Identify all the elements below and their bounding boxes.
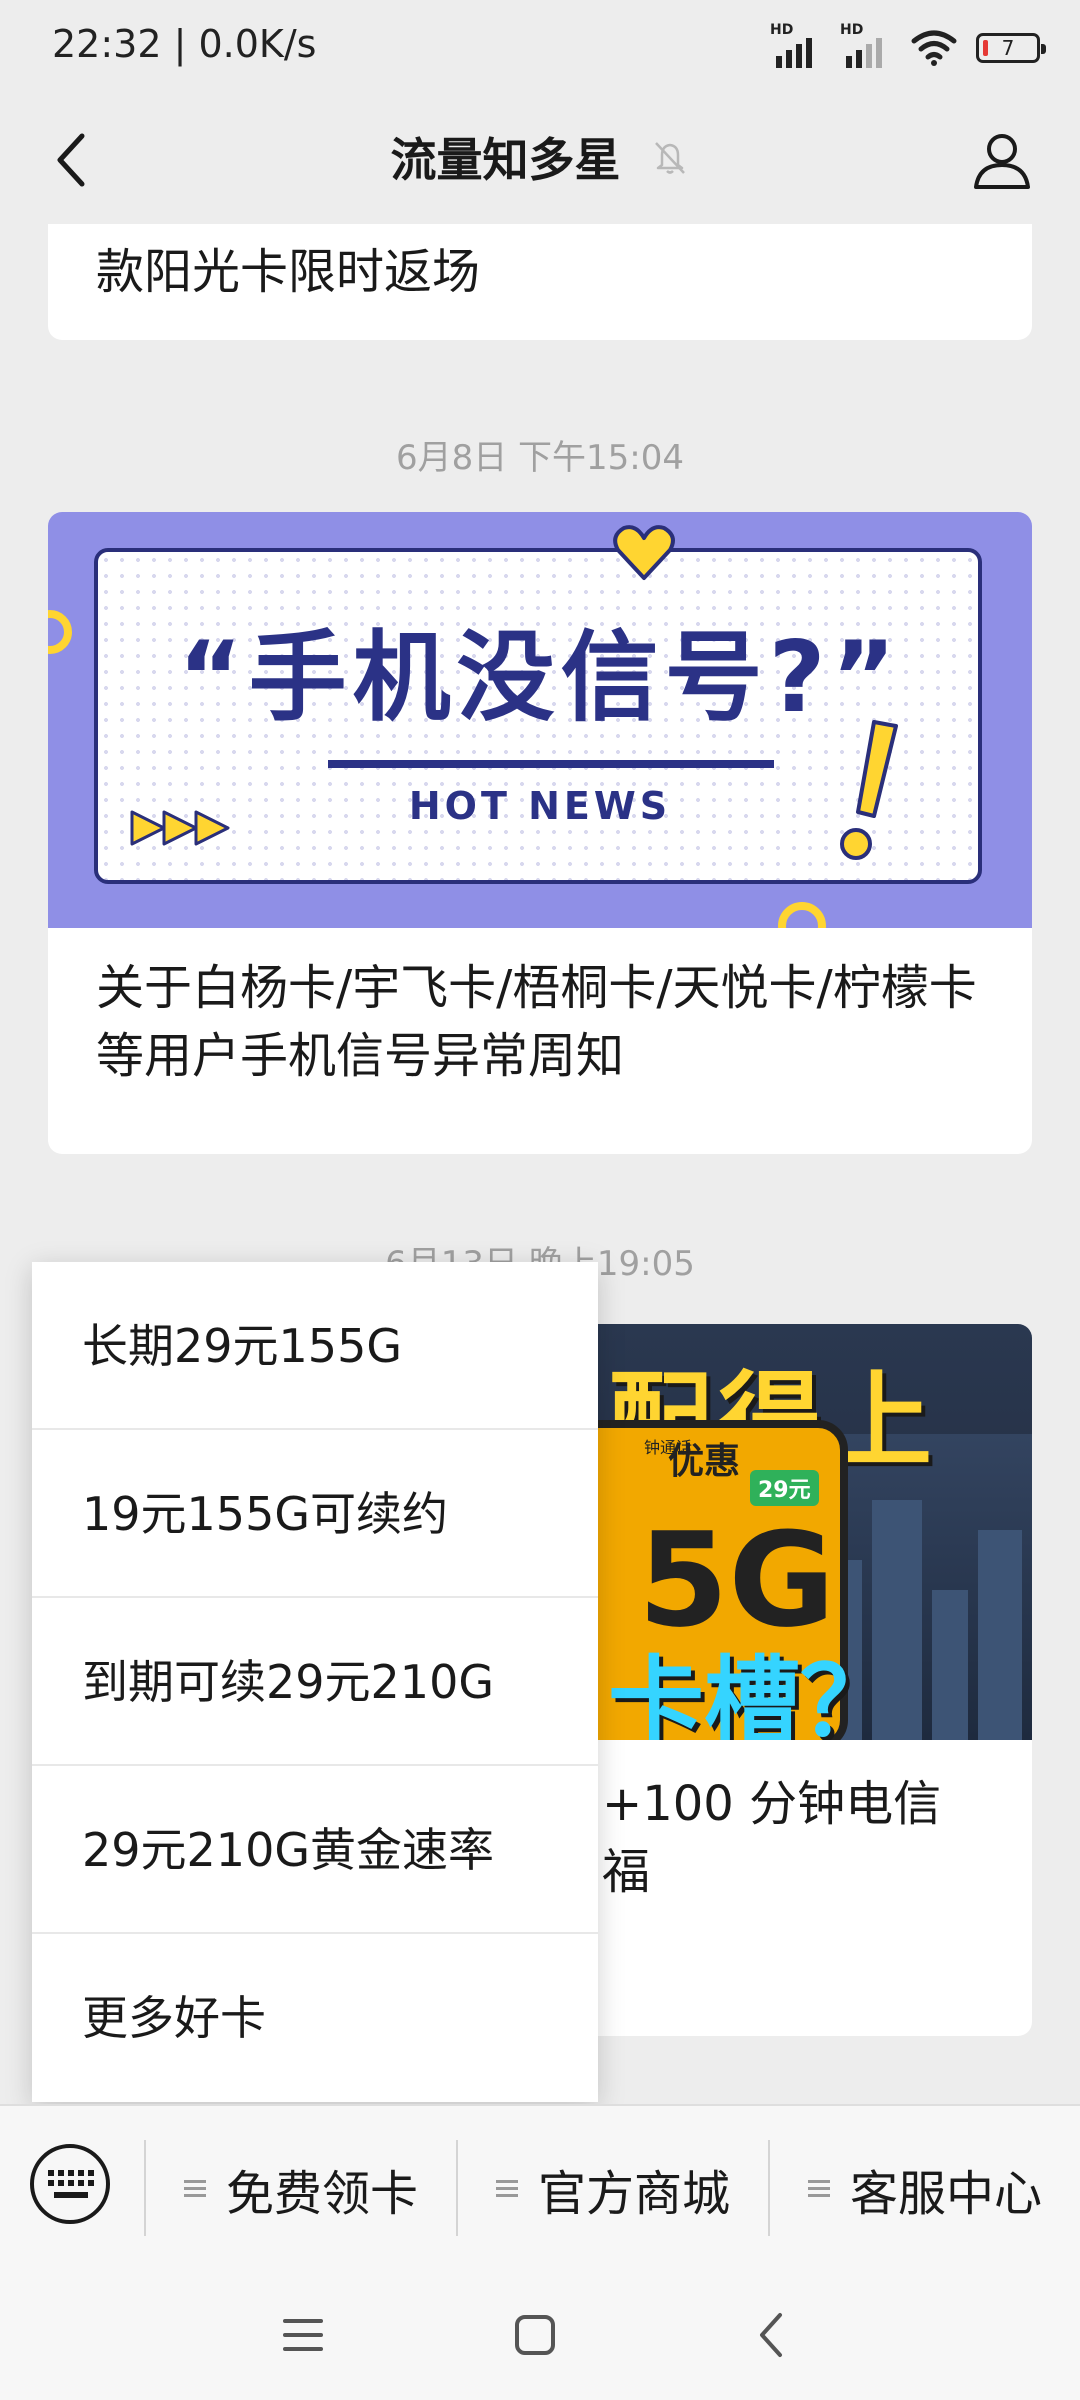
price-badge: 29元	[750, 1470, 819, 1506]
submenu-item[interactable]: 29元210G黄金速率	[32, 1766, 598, 1934]
user-icon	[974, 134, 1030, 189]
signal-hd-label: HD	[770, 22, 794, 38]
home-icon	[515, 2315, 555, 2355]
title-bar: 流量知多星	[0, 96, 1080, 224]
signal-icon-2: HD	[840, 22, 892, 68]
back-icon	[760, 2313, 782, 2357]
heart-icon	[613, 525, 675, 580]
signal-hd-label-2: HD	[840, 22, 864, 38]
menu-label: 官方商城	[537, 2166, 730, 2222]
circle-decoration-icon	[778, 902, 826, 928]
article-card[interactable]: “手机没信号?” HOT NEWS 关于白杨卡/宇飞卡/梧桐卡/天悦卡/柠檬卡等…	[48, 512, 1032, 1154]
status-time: 22:32 | 0.0K/s	[52, 22, 317, 66]
menu-customer-service[interactable]: 客服中心	[770, 2106, 1080, 2272]
article-title: 款阳光卡限时返场	[96, 244, 481, 300]
keyboard-toggle-button[interactable]	[28, 2142, 112, 2226]
status-icons: HD HD 7	[770, 22, 1046, 72]
menu-free-card[interactable]: 免费领卡	[146, 2106, 456, 2272]
battery-level: 7	[1001, 36, 1015, 60]
submenu-item[interactable]: 到期可续29元210G	[32, 1598, 598, 1766]
banner-headline: “手机没信号?”	[178, 621, 902, 735]
submenu-indicator-icon	[807, 2180, 830, 2198]
wifi-icon	[911, 30, 957, 66]
official-account-menu: 免费领卡 官方商城 客服中心	[0, 2104, 1080, 2270]
banner-slot-text: 卡槽？	[608, 1646, 896, 1740]
profile-button[interactable]	[960, 118, 1044, 202]
signal-icon: HD	[770, 22, 822, 68]
banner-subtitle: HOT NEWS	[408, 784, 672, 828]
keyboard-icon	[30, 2144, 110, 2224]
menu-label: 免费领卡	[225, 2166, 418, 2222]
menu-icon	[283, 2319, 323, 2351]
submenu-indicator-icon	[495, 2180, 518, 2198]
submenu-indicator-icon	[183, 2180, 206, 2198]
submenu-item[interactable]: 长期29元155G	[32, 1262, 598, 1430]
timestamp: 6月8日 下午15:04	[395, 438, 685, 478]
submenu-popup: 长期29元155G 19元155G可续约 到期可续29元210G 29元210G…	[32, 1262, 598, 2102]
page-title: 流量知多星	[390, 133, 621, 187]
status-bar: 22:32 | 0.0K/s HD HD 7	[0, 0, 1080, 96]
system-nav-bar	[0, 2270, 1080, 2400]
nav-menu-button[interactable]	[268, 2300, 338, 2370]
menu-label: 客服中心	[849, 2166, 1042, 2222]
article-title: 关于白杨卡/宇飞卡/梧桐卡/天悦卡/柠檬卡等用户手机信号异常周知	[96, 960, 977, 1084]
nav-back-button[interactable]	[736, 2300, 806, 2370]
submenu-item[interactable]: 19元155G可续约	[32, 1430, 598, 1598]
article-banner: “手机没信号?” HOT NEWS	[48, 512, 1032, 928]
bell-muted-icon	[654, 142, 685, 174]
banner-underline	[328, 760, 774, 768]
battery-icon: 7	[976, 33, 1046, 63]
submenu-item[interactable]: 更多好卡	[32, 1934, 598, 2102]
title-wrap: 流量知多星	[0, 124, 1080, 190]
nav-home-button[interactable]	[500, 2300, 570, 2370]
article-card-previous[interactable]: 款阳光卡限时返场	[48, 224, 1032, 340]
banner-tag: 优惠	[668, 1441, 741, 1482]
menu-official-store[interactable]: 官方商城	[458, 2106, 768, 2272]
